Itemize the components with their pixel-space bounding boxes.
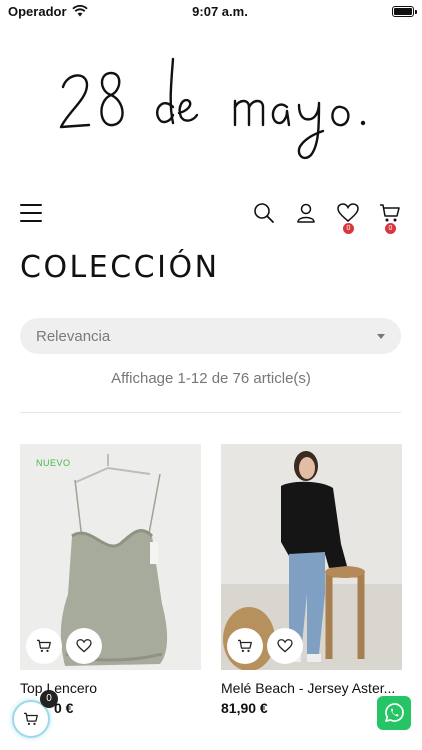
- battery-icon: [392, 5, 417, 17]
- search-button[interactable]: [252, 201, 276, 225]
- add-to-wishlist-button[interactable]: [267, 628, 303, 664]
- whatsapp-icon: [385, 703, 404, 722]
- sort-select[interactable]: Relevancia: [20, 318, 401, 354]
- wishlist-button[interactable]: 0: [336, 201, 360, 234]
- results-summary: Affichage 1-12 de 76 article(s): [111, 370, 311, 387]
- heart-icon: [277, 639, 293, 653]
- product-image[interactable]: NUEVO: [20, 444, 201, 670]
- account-button[interactable]: [294, 201, 318, 225]
- whatsapp-button[interactable]: [377, 696, 411, 730]
- header-nav: 0 0: [20, 196, 402, 234]
- user-icon: [297, 203, 315, 223]
- new-badge: NUEVO: [36, 458, 71, 468]
- wishlist-count-badge: 0: [343, 223, 354, 234]
- heart-icon: [337, 203, 359, 222]
- status-time: 9:07 a.m.: [192, 3, 248, 19]
- search-icon: [254, 203, 274, 223]
- add-to-cart-button[interactable]: [227, 628, 263, 664]
- product-price: 81,90 €: [221, 700, 268, 716]
- cart-icon: [238, 639, 252, 653]
- product-image[interactable]: [221, 444, 402, 670]
- status-bar: Operador 9:07 a.m.: [0, 0, 422, 22]
- add-to-wishlist-button[interactable]: [66, 628, 102, 664]
- cart-button[interactable]: 0: [378, 201, 402, 234]
- product-name[interactable]: Melé Beach - Jersey Aster...: [221, 680, 402, 696]
- cart-icon: [24, 712, 38, 726]
- caret-down-icon: [377, 333, 385, 339]
- product-card[interactable]: Melé Beach - Jersey Aster... 81,90 €: [221, 444, 402, 716]
- sort-selected-value: Relevancia: [36, 327, 111, 345]
- menu-icon[interactable]: [20, 204, 42, 222]
- header-actions: 0 0: [252, 201, 402, 234]
- heart-icon: [76, 639, 92, 653]
- divider: [20, 412, 401, 413]
- status-left: Operador: [8, 4, 158, 19]
- brand-logo[interactable]: [55, 45, 375, 165]
- cart-icon: [380, 204, 400, 222]
- cart-icon: [37, 639, 51, 653]
- add-to-cart-button[interactable]: [26, 628, 62, 664]
- carrier-label: Operador: [8, 3, 67, 19]
- page-title: COLECCIÓN: [20, 250, 220, 285]
- cart-count-badge: 0: [385, 223, 396, 234]
- floating-cart-count: 0: [40, 690, 58, 708]
- product-card[interactable]: NUEVO Top Lencero 0 €: [20, 444, 201, 716]
- wifi-icon: [71, 5, 88, 17]
